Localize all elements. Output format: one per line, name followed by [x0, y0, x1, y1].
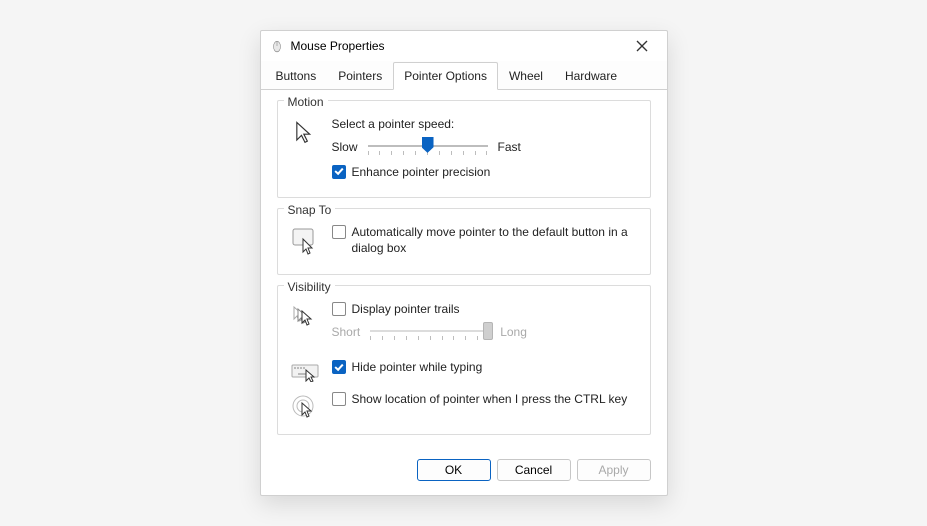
trails-slider: [370, 322, 490, 342]
speed-slow-label: Slow: [332, 140, 358, 154]
mouse-properties-dialog: Mouse Properties Buttons Pointers Pointe…: [260, 30, 668, 496]
apply-button: Apply: [577, 459, 651, 481]
visibility-title: Visibility: [284, 280, 335, 294]
pointer-speed-slider[interactable]: [368, 137, 488, 157]
trails-icon: [288, 302, 322, 332]
close-button[interactable]: [625, 34, 659, 58]
tabstrip: Buttons Pointers Pointer Options Wheel H…: [261, 61, 667, 90]
speed-fast-label: Fast: [498, 140, 521, 154]
snapto-title: Snap To: [284, 203, 336, 217]
snapto-group: Snap To Automatically move pointer to th…: [277, 208, 651, 275]
motion-cursor-icon: [288, 117, 322, 185]
ctrl-locate-label[interactable]: Show location of pointer when I press th…: [352, 392, 628, 406]
ctrl-locate-checkbox[interactable]: [332, 392, 346, 406]
hide-typing-checkbox[interactable]: [332, 360, 346, 374]
tab-hardware[interactable]: Hardware: [554, 62, 628, 90]
tab-pointers[interactable]: Pointers: [327, 62, 393, 90]
trails-short-label: Short: [332, 325, 361, 339]
dialog-footer: OK Cancel Apply: [261, 451, 667, 495]
pointer-speed-label: Select a pointer speed:: [332, 117, 640, 131]
ctrl-locate-icon: [288, 392, 322, 422]
enhance-precision-label[interactable]: Enhance pointer precision: [352, 165, 491, 179]
motion-title: Motion: [284, 95, 328, 109]
tab-buttons[interactable]: Buttons: [265, 62, 328, 90]
tab-pointer-options[interactable]: Pointer Options: [393, 62, 498, 90]
trails-label[interactable]: Display pointer trails: [352, 302, 460, 316]
window-title: Mouse Properties: [291, 39, 385, 53]
hide-typing-icon: [288, 360, 322, 382]
titlebar: Mouse Properties: [261, 31, 667, 61]
snapto-icon: [288, 225, 322, 262]
enhance-precision-checkbox[interactable]: [332, 165, 346, 179]
trails-long-label: Long: [500, 325, 527, 339]
mouse-icon: [269, 38, 285, 54]
tab-wheel[interactable]: Wheel: [498, 62, 554, 90]
snapto-checkbox[interactable]: [332, 225, 346, 239]
ok-button[interactable]: OK: [417, 459, 491, 481]
visibility-group: Visibility Display pointer trails: [277, 285, 651, 435]
snapto-label[interactable]: Automatically move pointer to the defaul…: [352, 225, 640, 256]
trails-checkbox[interactable]: [332, 302, 346, 316]
motion-group: Motion Select a pointer speed: Slow Fas: [277, 100, 651, 198]
cancel-button[interactable]: Cancel: [497, 459, 571, 481]
hide-typing-label[interactable]: Hide pointer while typing: [352, 360, 483, 374]
